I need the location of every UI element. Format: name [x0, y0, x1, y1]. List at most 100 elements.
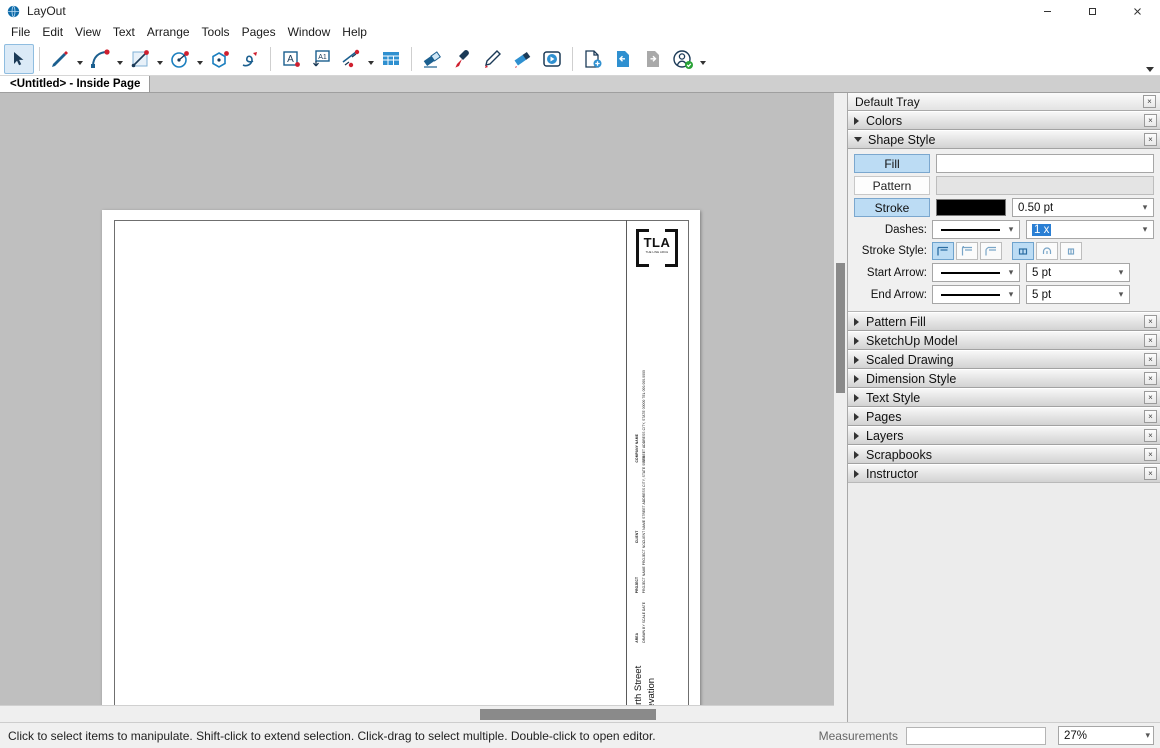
arc-tool-caret[interactable]: [115, 45, 125, 73]
pattern-preview-swatch[interactable]: [936, 176, 1154, 195]
joint-round-icon[interactable]: [956, 242, 978, 260]
panel-close-layers[interactable]: ×: [1144, 429, 1157, 442]
menu-view[interactable]: View: [69, 23, 107, 41]
panel-close-dimension-style[interactable]: ×: [1144, 372, 1157, 385]
panel-close-pattern-fill[interactable]: ×: [1144, 315, 1157, 328]
panel-label-layers: Layers: [866, 428, 904, 443]
panel-header-pattern-fill[interactable]: Pattern Fill ×: [848, 312, 1160, 331]
style-tool[interactable]: [477, 44, 507, 74]
panel-close-scrapbooks[interactable]: ×: [1144, 448, 1157, 461]
arc-tool[interactable]: [85, 44, 115, 74]
panel-header-scrapbooks[interactable]: Scrapbooks ×: [848, 445, 1160, 464]
horizontal-scrollbar[interactable]: [0, 705, 834, 722]
horizontal-scrollbar-thumb[interactable]: [480, 709, 656, 720]
stroke-width-combo[interactable]: 0.50 pt ▾: [1012, 198, 1154, 217]
panel-close-pages[interactable]: ×: [1144, 410, 1157, 423]
panel-label-shape-style: Shape Style: [868, 132, 936, 147]
panel-close-scaled-drawing[interactable]: ×: [1144, 353, 1157, 366]
menu-text[interactable]: Text: [107, 23, 141, 41]
panel-close-sketchup-model[interactable]: ×: [1144, 334, 1157, 347]
start-presentation-tool[interactable]: [537, 44, 567, 74]
document-tab[interactable]: <Untitled> - Inside Page: [0, 75, 151, 92]
circle-tool[interactable]: [165, 44, 195, 74]
maximize-button[interactable]: [1070, 0, 1115, 22]
menu-arrange[interactable]: Arrange: [141, 23, 196, 41]
minimize-button[interactable]: [1025, 0, 1070, 22]
panel-header-text-style[interactable]: Text Style ×: [848, 388, 1160, 407]
fill-color-swatch[interactable]: [936, 154, 1154, 173]
vertical-scrollbar-thumb[interactable]: [836, 263, 845, 393]
menu-window[interactable]: Window: [282, 23, 337, 41]
panel-close-colors[interactable]: ×: [1144, 114, 1157, 127]
panel-header-shape-style[interactable]: Shape Style ×: [848, 130, 1160, 149]
next-page-tool[interactable]: [638, 44, 668, 74]
freehand-tool[interactable]: [235, 44, 265, 74]
panel-header-layers[interactable]: Layers ×: [848, 426, 1160, 445]
add-page-tool[interactable]: [578, 44, 608, 74]
tray-close-icon[interactable]: ×: [1143, 95, 1156, 108]
rectangle-tool-caret[interactable]: [155, 45, 165, 73]
dash-pattern-combo[interactable]: ▾: [932, 220, 1020, 239]
toolbar-separator: [270, 46, 271, 71]
cap-flat-icon[interactable]: [1012, 242, 1034, 260]
measurements-input[interactable]: [906, 726, 1046, 745]
fill-toggle-button[interactable]: Fill: [854, 154, 930, 173]
dimension-tool-caret[interactable]: [366, 45, 376, 73]
select-arrow-tool[interactable]: [4, 43, 34, 74]
start-arrow-style-combo[interactable]: ▾: [932, 263, 1020, 282]
end-arrow-style-combo[interactable]: ▾: [932, 285, 1020, 304]
menu-tools[interactable]: Tools: [196, 23, 236, 41]
panel-label-sketchup-model: SketchUp Model: [866, 333, 958, 348]
menu-help[interactable]: Help: [336, 23, 373, 41]
previous-page-tool[interactable]: [608, 44, 638, 74]
chevron-down-icon: ▾: [1118, 267, 1124, 277]
account-tool-caret[interactable]: [698, 45, 708, 73]
dash-scale-combo[interactable]: 1 x ▾: [1026, 220, 1154, 239]
stroke-toggle-button[interactable]: Stroke: [854, 198, 930, 217]
paint-tool[interactable]: [507, 44, 537, 74]
panel-header-pages[interactable]: Pages ×: [848, 407, 1160, 426]
cap-square-icon[interactable]: [1060, 242, 1082, 260]
cap-round-icon[interactable]: [1036, 242, 1058, 260]
drawing-canvas[interactable]: TLA THE LINE ARCH COMPANY NAME STREET AD…: [0, 93, 834, 705]
panel-header-instructor[interactable]: Instructor ×: [848, 464, 1160, 483]
end-arrow-size-combo[interactable]: 5 pt ▾: [1026, 285, 1130, 304]
polygon-tool[interactable]: [205, 44, 235, 74]
menu-file[interactable]: File: [5, 23, 36, 41]
start-arrow-size-combo[interactable]: 5 pt ▾: [1026, 263, 1130, 282]
panel-header-colors[interactable]: Colors ×: [848, 111, 1160, 130]
panel-close-text-style[interactable]: ×: [1144, 391, 1157, 404]
pattern-toggle-button[interactable]: Pattern: [854, 176, 930, 195]
vertical-scrollbar[interactable]: [834, 93, 847, 722]
circle-tool-caret[interactable]: [195, 45, 205, 73]
menu-edit[interactable]: Edit: [36, 23, 69, 41]
shape-style-panel-body: Fill Pattern Stroke 0.50 pt ▾ Dashes: ▾ …: [848, 149, 1160, 312]
title-block[interactable]: TLA THE LINE ARCH COMPANY NAME STREET AD…: [626, 220, 689, 705]
label-tool[interactable]: A1: [306, 44, 336, 74]
joint-bevel-icon[interactable]: [980, 242, 1002, 260]
line-tool[interactable]: [45, 44, 75, 74]
panel-close-instructor[interactable]: ×: [1144, 467, 1157, 480]
eraser-tool[interactable]: [417, 44, 447, 74]
account-tool[interactable]: [668, 44, 698, 74]
close-button[interactable]: [1115, 0, 1160, 22]
panel-label-scaled-drawing: Scaled Drawing: [866, 352, 954, 367]
rectangle-tool[interactable]: [125, 44, 155, 74]
line-tool-caret[interactable]: [75, 45, 85, 73]
table-tool[interactable]: [376, 44, 406, 74]
menu-pages[interactable]: Pages: [236, 23, 282, 41]
eyedropper-tool[interactable]: [447, 44, 477, 74]
end-arrow-label: End Arrow:: [870, 288, 927, 301]
toolbar-overflow-chevron-down-icon[interactable]: [1146, 67, 1154, 72]
stroke-color-swatch[interactable]: [936, 199, 1006, 216]
panel-header-sketchup-model[interactable]: SketchUp Model ×: [848, 331, 1160, 350]
dimension-tool[interactable]: [336, 44, 366, 74]
panel-header-scaled-drawing[interactable]: Scaled Drawing ×: [848, 350, 1160, 369]
zoom-level-combo[interactable]: 27% ▾: [1058, 726, 1154, 745]
page-paper[interactable]: TLA THE LINE ARCH COMPANY NAME STREET AD…: [102, 210, 700, 705]
end-arrow-preview-line: [941, 293, 1000, 296]
text-tool[interactable]: A: [276, 44, 306, 74]
panel-close-shape-style[interactable]: ×: [1144, 133, 1157, 146]
joint-square-icon[interactable]: [932, 242, 954, 260]
panel-header-dimension-style[interactable]: Dimension Style ×: [848, 369, 1160, 388]
